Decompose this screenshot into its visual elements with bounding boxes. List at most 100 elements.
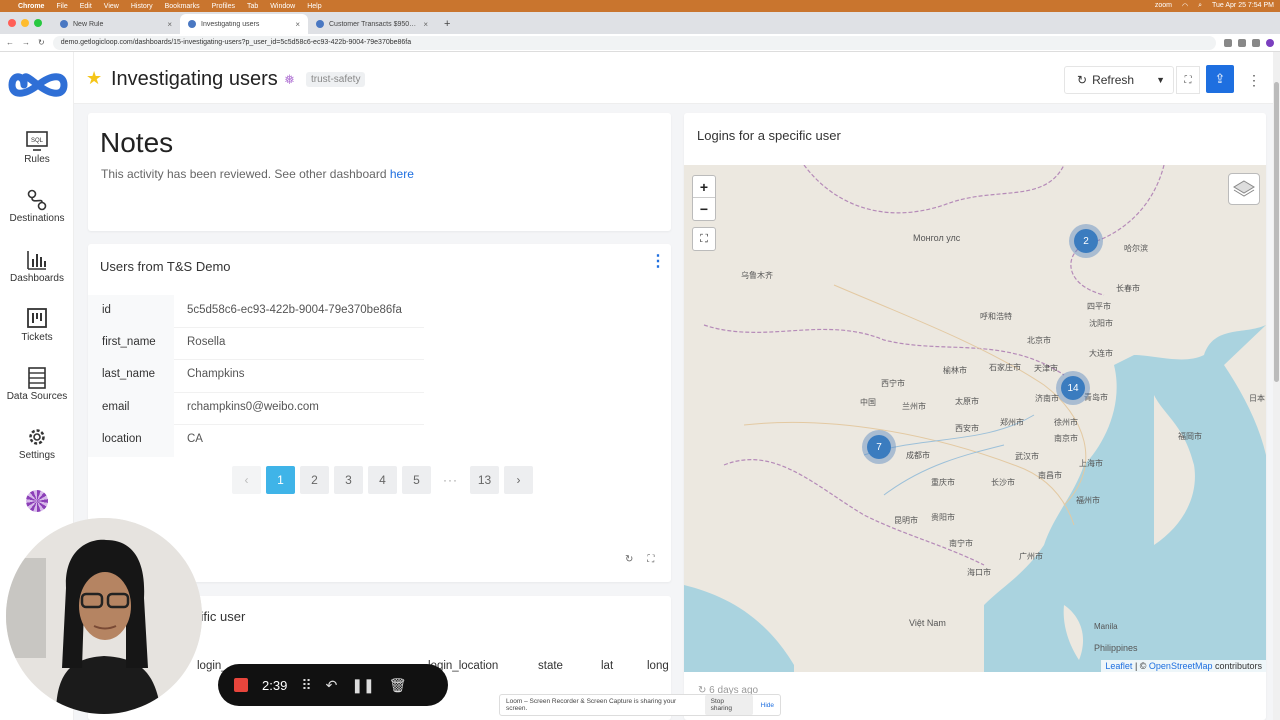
extension-icon[interactable]: [1224, 38, 1232, 47]
page-button[interactable]: 1: [266, 466, 295, 494]
column-header[interactable]: state: [538, 660, 563, 672]
user-avatar[interactable]: [26, 490, 48, 512]
map-label: 武汉市: [1015, 452, 1039, 461]
map-label: 南昌市: [1038, 471, 1062, 480]
sidebar-item-destinations[interactable]: Destinations: [0, 189, 74, 224]
forward-icon[interactable]: →: [22, 38, 30, 47]
logicloop-favicon-icon: [316, 20, 324, 28]
url-text: demo.getlogicloop.com/dashboards/15-inve…: [60, 39, 412, 46]
menu-profiles[interactable]: Profiles: [212, 3, 235, 10]
back-icon[interactable]: ←: [6, 38, 14, 47]
more-options-button[interactable]: ⋮: [1244, 66, 1264, 94]
sidebar-item-settings[interactable]: Settings: [0, 426, 74, 461]
webcam-bubble[interactable]: [6, 518, 202, 714]
widget-menu-icon[interactable]: ⋮: [650, 251, 666, 271]
map-label: Việt Nam: [909, 618, 946, 628]
expand-icon[interactable]: ⛶: [647, 554, 654, 565]
tickets-icon: [27, 308, 47, 328]
sidebar-item-dashboards[interactable]: Dashboards: [0, 249, 74, 284]
map-fullscreen-button[interactable]: ⛶: [692, 227, 716, 251]
menu-view[interactable]: View: [104, 3, 119, 10]
maximize-window-button[interactable]: [34, 19, 42, 27]
layers-button[interactable]: [1228, 173, 1260, 205]
extension-icon[interactable]: [1252, 38, 1260, 47]
drag-handle-icon[interactable]: ⠿: [301, 677, 311, 694]
prev-page-button[interactable]: ‹: [232, 466, 261, 494]
notes-link[interactable]: here: [390, 167, 414, 181]
menu-app-name[interactable]: Chrome: [18, 3, 44, 10]
address-bar[interactable]: demo.getlogicloop.com/dashboards/15-inve…: [52, 35, 1216, 50]
trash-icon[interactable]: 🗑: [389, 677, 407, 694]
marker-cluster[interactable]: 14: [1056, 371, 1090, 405]
page-scrollbar[interactable]: [1273, 52, 1280, 720]
page-button[interactable]: 5: [402, 466, 431, 494]
page-button[interactable]: 3: [334, 466, 363, 494]
attribution-separator: | ©: [1132, 661, 1149, 671]
next-page-button[interactable]: ›: [504, 466, 533, 494]
zoom-in-button[interactable]: +: [693, 176, 715, 198]
new-tab-icon[interactable]: +: [436, 18, 458, 34]
page-button[interactable]: 13: [470, 466, 499, 494]
cluster-count: 2: [1074, 229, 1098, 253]
refresh-icon[interactable]: ↻: [625, 554, 633, 565]
field-key: email: [102, 401, 130, 413]
stop-recording-button[interactable]: [234, 678, 248, 692]
dashboard-tag[interactable]: trust-safety: [306, 72, 366, 87]
menu-file[interactable]: File: [56, 3, 67, 10]
sidebar-item-rules[interactable]: SQL Rules: [0, 130, 74, 165]
scrollbar-thumb[interactable]: [1274, 82, 1279, 382]
favorite-star-icon[interactable]: ★: [86, 68, 102, 89]
close-tab-icon[interactable]: ×: [167, 20, 172, 29]
fullscreen-button[interactable]: ⛶: [1176, 66, 1200, 94]
wifi-icon[interactable]: ◠: [1182, 2, 1188, 10]
close-tab-icon[interactable]: ×: [423, 20, 428, 29]
stop-sharing-button[interactable]: Stop sharing: [704, 695, 753, 715]
browser-tab-customer-transacts[interactable]: Customer Transacts $9500 in... ×: [308, 14, 436, 34]
logicloop-logo-icon[interactable]: [8, 68, 68, 102]
page-button[interactable]: 4: [368, 466, 397, 494]
hide-banner-button[interactable]: Hide: [761, 702, 774, 709]
logicloop-favicon-icon: [188, 20, 196, 28]
reload-icon[interactable]: ↻: [38, 38, 45, 47]
map-label: 天津市: [1034, 364, 1058, 373]
marker-cluster[interactable]: 7: [862, 430, 896, 464]
minimize-window-button[interactable]: [21, 19, 29, 27]
browser-tab-new-rule[interactable]: New Rule ×: [52, 14, 180, 34]
osm-link[interactable]: OpenStreetMap: [1149, 661, 1213, 671]
widget-title: Logins for a specific user: [697, 128, 841, 143]
column-header[interactable]: long: [647, 660, 669, 672]
refresh-button[interactable]: ↻ Refresh ▼: [1064, 66, 1174, 94]
browser-tab-investigating-users[interactable]: Investigating users ×: [180, 14, 308, 34]
menu-tab[interactable]: Tab: [247, 3, 258, 10]
refresh-label: Refresh: [1092, 73, 1135, 87]
leaflet-link[interactable]: Leaflet: [1105, 661, 1132, 671]
zoom-status-icon[interactable]: zoom: [1155, 2, 1172, 10]
zoom-out-button[interactable]: −: [693, 198, 715, 220]
menu-clock[interactable]: Tue Apr 25 7:54 PM: [1212, 2, 1274, 10]
map-label: 榆林市: [943, 366, 967, 375]
share-button[interactable]: ⇪: [1206, 65, 1234, 93]
close-tab-icon[interactable]: ×: [295, 20, 300, 29]
close-window-button[interactable]: [8, 19, 16, 27]
menu-help[interactable]: Help: [307, 3, 321, 10]
pause-icon[interactable]: ❚❚: [351, 677, 374, 694]
extension-icon[interactable]: [1238, 38, 1246, 47]
menu-edit[interactable]: Edit: [80, 3, 92, 10]
profile-avatar[interactable]: [1266, 38, 1274, 47]
menu-bookmarks[interactable]: Bookmarks: [165, 3, 200, 10]
map[interactable]: Монгол улс 乌鲁木齐 哈尔滨 长春市 呼和浩特 北京市 天津市 沈阳市…: [684, 165, 1266, 672]
menu-window[interactable]: Window: [270, 3, 295, 10]
chevron-down-icon[interactable]: ▼: [1156, 75, 1165, 85]
sidebar-item-tickets[interactable]: Tickets: [0, 308, 74, 343]
gear-icon: [29, 429, 45, 445]
field-value: 5c5d58c6-ec93-422b-9004-79e370be86fa: [187, 304, 402, 316]
undo-icon[interactable]: ↶: [326, 677, 338, 694]
column-header[interactable]: lat: [601, 660, 613, 672]
search-icon[interactable]: ⌕: [1198, 2, 1202, 10]
menu-history[interactable]: History: [131, 3, 153, 10]
tab-title: New Rule: [73, 20, 104, 28]
recorder-controls: 2:39 ⠿ ↶ ❚❚ 🗑: [218, 664, 448, 706]
sidebar-item-data-sources[interactable]: Data Sources: [0, 367, 74, 402]
marker-cluster[interactable]: 2: [1069, 224, 1103, 258]
page-button[interactable]: 2: [300, 466, 329, 494]
